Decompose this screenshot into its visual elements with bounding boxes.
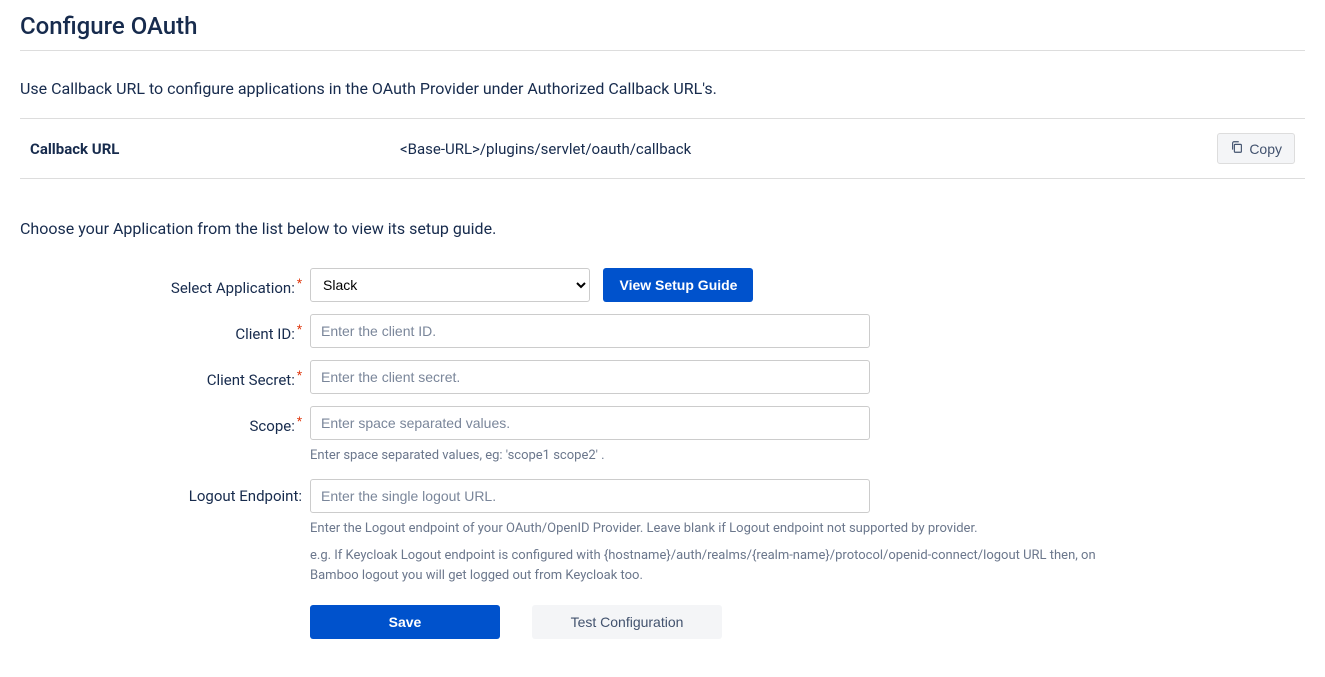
scope-input[interactable] xyxy=(310,406,870,440)
client-id-label: Client ID:* xyxy=(20,314,310,343)
save-button[interactable]: Save xyxy=(310,605,500,639)
client-id-input[interactable] xyxy=(310,314,870,348)
copy-button[interactable]: Copy xyxy=(1217,133,1295,164)
logout-help-text-2: e.g. If Keycloak Logout endpoint is conf… xyxy=(310,546,1110,588)
test-configuration-button[interactable]: Test Configuration xyxy=(532,605,722,639)
logout-help-text-1: Enter the Logout endpoint of your OAuth/… xyxy=(310,519,1110,540)
copy-icon xyxy=(1230,140,1244,157)
copy-button-label: Copy xyxy=(1249,141,1282,157)
scope-help-text: Enter space separated values, eg: 'scope… xyxy=(310,446,1110,467)
view-setup-guide-button[interactable]: View Setup Guide xyxy=(603,268,753,302)
scope-label: Scope:* xyxy=(20,406,310,435)
callback-url-value: <Base-URL>/plugins/servlet/oauth/callbac… xyxy=(400,140,1217,158)
choose-app-text: Choose your Application from the list be… xyxy=(20,219,1305,238)
client-secret-label: Client Secret:* xyxy=(20,360,310,389)
logout-endpoint-label: Logout Endpoint: xyxy=(20,479,310,505)
logout-endpoint-input[interactable] xyxy=(310,479,870,513)
callback-url-block: Callback URL <Base-URL>/plugins/servlet/… xyxy=(20,118,1305,179)
intro-text: Use Callback URL to configure applicatio… xyxy=(20,79,1305,98)
client-secret-input[interactable] xyxy=(310,360,870,394)
page-title: Configure OAuth xyxy=(20,12,1305,51)
callback-url-label: Callback URL xyxy=(20,140,400,158)
select-application-dropdown[interactable]: Slack xyxy=(310,268,590,302)
select-application-label: Select Application:* xyxy=(20,268,310,297)
